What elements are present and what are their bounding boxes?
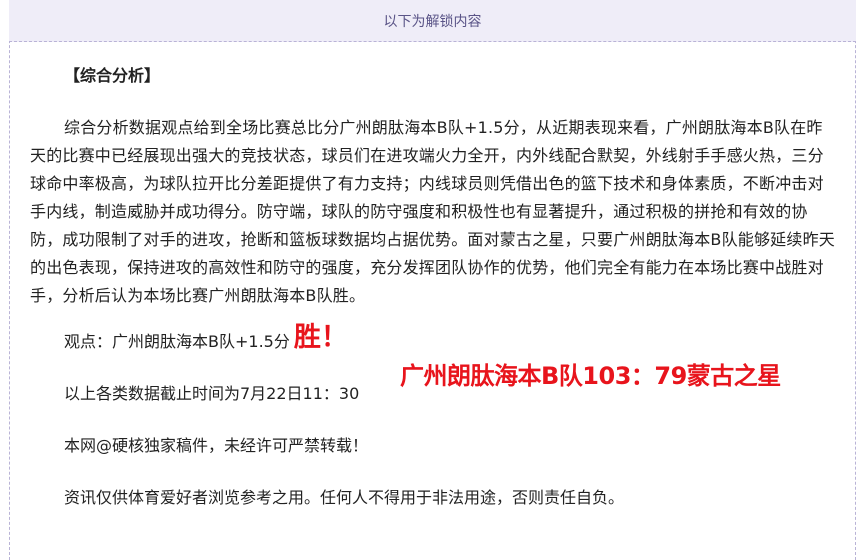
unlock-banner: 以下为解锁内容 bbox=[9, 0, 856, 42]
final-score-stamp: 广州朗肽海本B队103：79蒙古之星 bbox=[400, 362, 781, 390]
verdict-line: 观点：广州朗肽海本B队+1.5分 胜！ bbox=[30, 324, 835, 356]
unlock-banner-text: 以下为解锁内容 bbox=[383, 13, 482, 30]
analysis-paragraph: 综合分析数据观点给到全场比赛总比分广州朗肽海本B队+1.5分，从近期表现来看，广… bbox=[30, 118, 835, 305]
copyright-notice: 本网@硬核独家稿件，未经许可严禁转载！ bbox=[64, 436, 369, 455]
verdict-label: 观点：广州朗肽海本B队+1.5分 bbox=[64, 332, 290, 351]
article-content: 【综合分析】 综合分析数据观点给到全场比赛总比分广州朗肽海本B队+1.5分，从近… bbox=[30, 62, 835, 512]
disclaimer-text: 资讯仅供体育爱好者浏览参考之用。任何人不得用于非法用途，否则责任自负。 bbox=[64, 488, 625, 507]
verdict-result: 胜！ bbox=[293, 322, 348, 353]
section-heading: 【综合分析】 bbox=[64, 66, 161, 85]
